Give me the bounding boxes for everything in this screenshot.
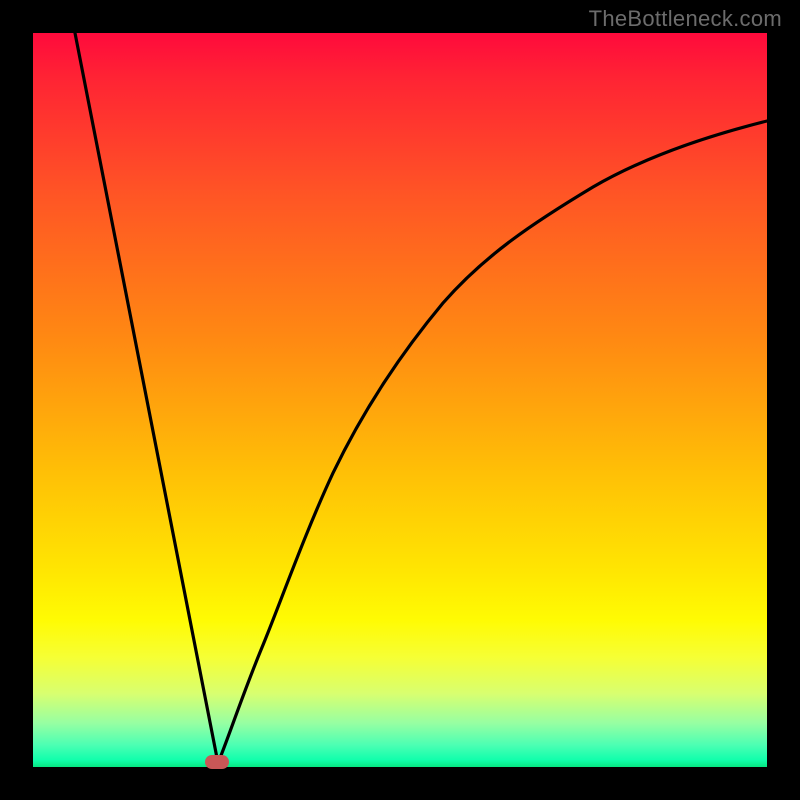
cusp-marker <box>205 755 229 769</box>
watermark-text: TheBottleneck.com <box>589 6 782 32</box>
curve-right-leg <box>218 121 767 763</box>
chart-frame: TheBottleneck.com <box>0 0 800 800</box>
curve-left-leg <box>75 33 218 763</box>
plot-area <box>33 33 767 767</box>
bottleneck-curve <box>33 33 767 767</box>
